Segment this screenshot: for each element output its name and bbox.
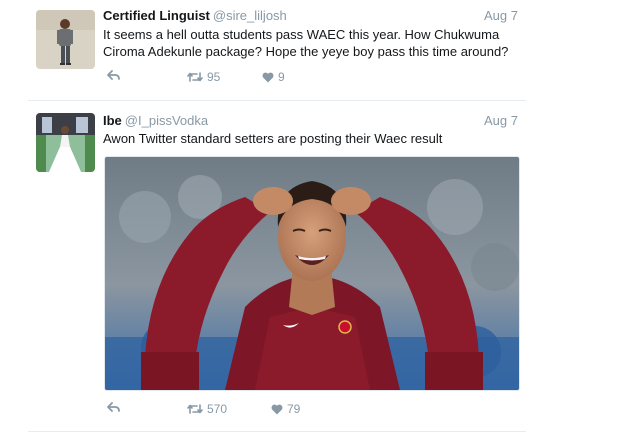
tweet-date[interactable]: Aug 7: [484, 112, 518, 130]
tweet[interactable]: Ibe @I_pissVodka Aug 7 Awon Twitter stand…: [28, 101, 526, 432]
tweet-header: Certified Linguist @sire_liljosh Aug 7: [103, 7, 526, 25]
avatar[interactable]: [36, 113, 95, 172]
tweet-text: Awon Twitter standard setters are postin…: [103, 131, 443, 146]
display-name[interactable]: Ibe: [103, 113, 122, 128]
tweet-date[interactable]: Aug 7: [484, 7, 518, 25]
reply-button[interactable]: [107, 401, 120, 413]
tweet[interactable]: Certified Linguist @sire_liljosh Aug 7 It…: [28, 0, 526, 101]
user-handle[interactable]: @I_pissVodka: [125, 113, 208, 128]
retweet-icon: [187, 404, 203, 414]
reply-button[interactable]: [107, 69, 120, 81]
reply-icon: [107, 70, 120, 80]
tweet-header: Ibe @I_pissVodka Aug 7: [103, 112, 526, 130]
heart-icon: [262, 72, 274, 82]
retweet-button[interactable]: 570: [187, 401, 227, 417]
display-name[interactable]: Certified Linguist: [103, 8, 210, 23]
reply-icon: [107, 402, 120, 412]
tweet-photo[interactable]: [104, 156, 520, 391]
like-count: 79: [287, 402, 301, 416]
tweet-text: It seems a hell outta students pass WAEC…: [103, 27, 509, 59]
avatar[interactable]: [36, 10, 95, 69]
like-button[interactable]: 9: [262, 69, 285, 85]
like-button[interactable]: 79: [271, 401, 300, 417]
retweet-icon: [187, 72, 203, 82]
like-count: 9: [278, 70, 285, 84]
heart-icon: [271, 404, 283, 414]
retweet-count: 95: [207, 70, 221, 84]
retweet-count: 570: [207, 402, 228, 416]
retweet-button[interactable]: 95: [187, 69, 220, 85]
user-handle[interactable]: @sire_liljosh: [213, 8, 287, 23]
